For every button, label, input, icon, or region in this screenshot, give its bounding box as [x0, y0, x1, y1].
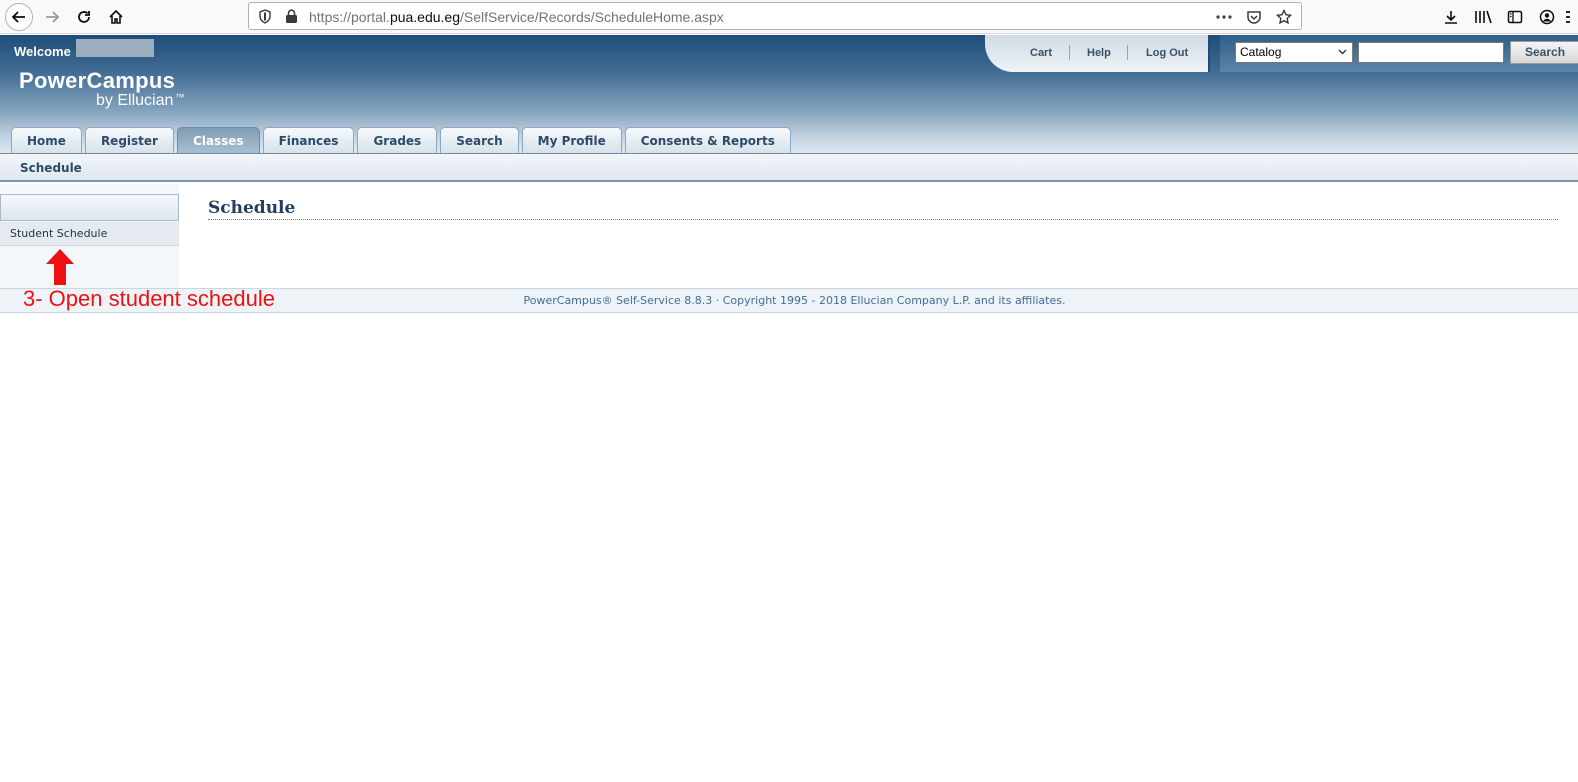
tab-finances[interactable]: Finances — [262, 127, 355, 153]
search-input[interactable] — [1358, 42, 1504, 63]
left-sidebar: Student Schedule — [0, 184, 179, 288]
tab-home[interactable]: Home — [11, 127, 82, 153]
tab-register[interactable]: Register — [84, 127, 174, 153]
tab-grades[interactable]: Grades — [357, 127, 438, 153]
welcome-label: Welcome — [14, 44, 71, 59]
logout-link[interactable]: Log Out — [1146, 47, 1188, 59]
tab-search[interactable]: Search — [440, 127, 519, 153]
sidebar-item-label: Student Schedule — [10, 227, 108, 240]
cart-link[interactable]: Cart — [1030, 47, 1052, 59]
catalog-select[interactable]: Catalog — [1235, 42, 1353, 63]
sidebar-toggle-icon[interactable] — [1502, 3, 1528, 31]
account-icon[interactable] — [1534, 3, 1560, 31]
url-text: https://portal.pua.edu.eg/SelfService/Re… — [309, 9, 724, 25]
tracking-shield-icon[interactable] — [258, 9, 272, 27]
download-icon[interactable] — [1438, 3, 1464, 31]
sidebar-header — [0, 194, 179, 221]
title-divider — [208, 219, 1558, 220]
annotation-arrow-icon — [46, 249, 74, 288]
logo-title[interactable]: PowerCampus — [19, 68, 175, 94]
help-link[interactable]: Help — [1087, 47, 1111, 59]
back-icon[interactable] — [5, 3, 33, 31]
lock-icon[interactable] — [285, 9, 298, 27]
logo-subtitle: by Ellucian ™ — [96, 92, 185, 109]
utility-links: Cart Help Log Out — [985, 35, 1210, 72]
portal-header: Welcome PowerCampus by Ellucian ™ Cart He… — [0, 35, 1578, 153]
search-panel: Catalog Search — [1220, 35, 1578, 72]
annotation-text: 3- Open student schedule — [23, 286, 275, 311]
tab-my-profile[interactable]: My Profile — [521, 127, 622, 153]
subnav-item-schedule[interactable]: Schedule — [20, 161, 82, 175]
chevron-down-icon — [1337, 46, 1348, 60]
separator — [1069, 45, 1070, 60]
reload-icon[interactable] — [70, 3, 98, 31]
sidebar-item-student-schedule[interactable]: Student Schedule — [0, 222, 179, 246]
library-icon[interactable] — [1470, 3, 1496, 31]
page-actions-icon[interactable] — [1213, 7, 1235, 27]
tab-classes[interactable]: Classes — [176, 127, 260, 153]
tab-consents-reports[interactable]: Consents & Reports — [624, 127, 791, 153]
search-button[interactable]: Search — [1510, 41, 1578, 64]
page-title: Schedule — [208, 198, 296, 218]
url-bar[interactable]: https://portal.pua.edu.eg/SelfService/Re… — [248, 2, 1302, 30]
home-icon[interactable] — [102, 3, 130, 31]
bookmark-star-icon[interactable] — [1273, 7, 1295, 27]
main-tabs: Home Register Classes Finances Grades Se… — [11, 127, 791, 153]
sub-navigation: Schedule — [0, 153, 1578, 182]
menu-icon[interactable] — [1566, 3, 1578, 31]
separator — [1127, 45, 1128, 60]
pocket-icon[interactable] — [1243, 7, 1265, 27]
browser-toolbar: https://portal.pua.edu.eg/SelfService/Re… — [0, 0, 1578, 34]
forward-icon[interactable] — [38, 3, 66, 31]
user-name-redacted — [76, 39, 154, 57]
